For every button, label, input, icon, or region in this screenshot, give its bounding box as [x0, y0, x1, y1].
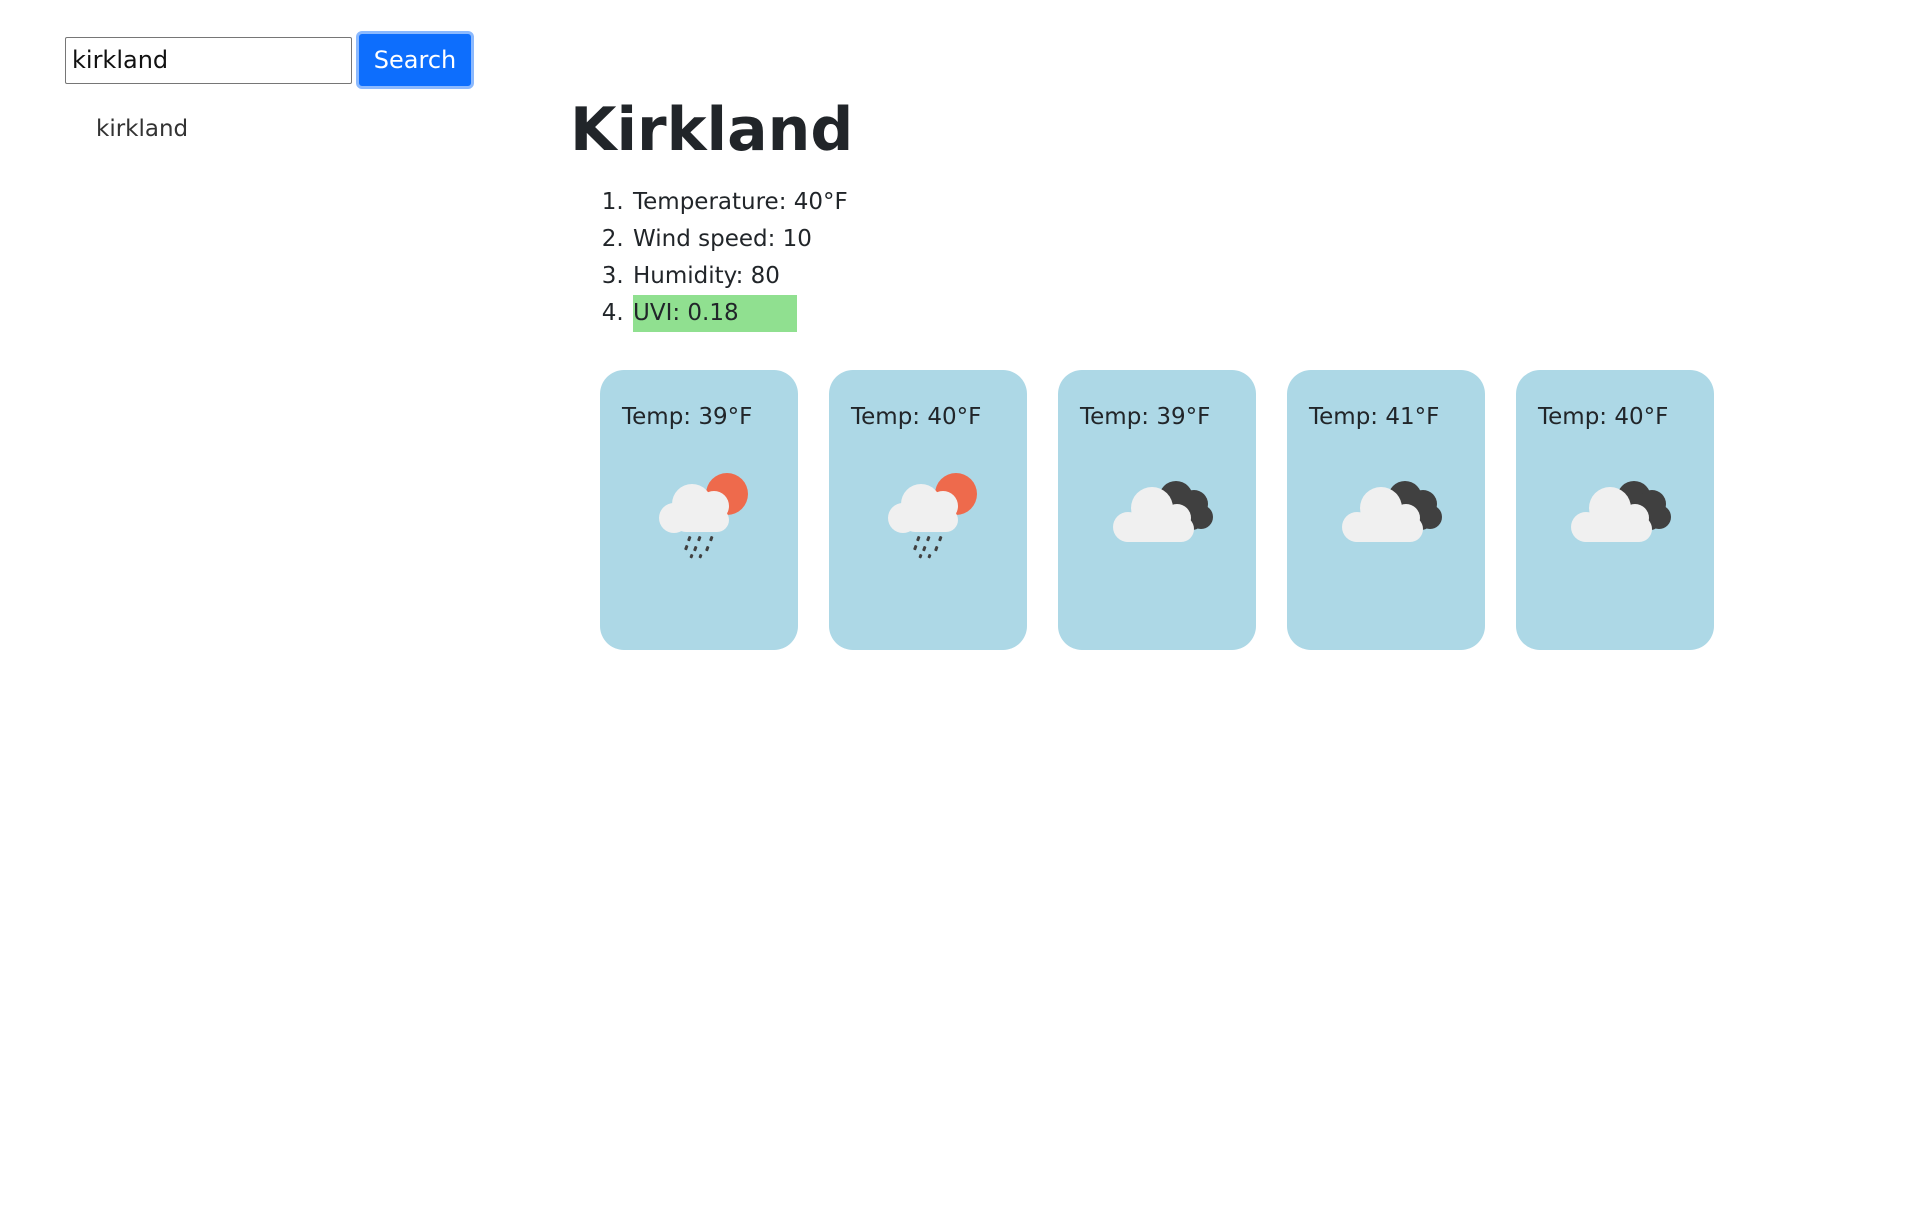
sidebar: Search kirkland — [65, 30, 525, 148]
forecast-temp: Temp: 39°F — [1080, 404, 1211, 430]
cloudy-icon — [1571, 481, 1671, 542]
forecast-temp: Temp: 39°F — [622, 404, 753, 430]
city-title: Kirkland — [570, 95, 854, 165]
stat-uvi: UVI: 0.18 — [631, 295, 1820, 332]
forecast-row: Temp: 39°F Temp: 40°F Temp: 39°F Temp: 4… — [600, 370, 1820, 650]
history-item-kirkland[interactable]: kirkland — [65, 110, 525, 148]
forecast-temp: Temp: 40°F — [851, 404, 982, 430]
search-history: kirkland — [65, 110, 525, 148]
forecast-temp: Temp: 41°F — [1309, 404, 1440, 430]
stat-wind-speed: Wind speed: 10 — [631, 221, 1820, 258]
weather-dashboard: Search kirkland Kirkland Temperature: 40… — [0, 0, 1920, 1220]
forecast-temp: Temp: 40°F — [1538, 404, 1669, 430]
forecast-card: Temp: 40°F — [1516, 370, 1714, 650]
rain-sun-icon — [888, 473, 977, 559]
current-stats: Temperature: 40°F Wind speed: 10 Humidit… — [570, 184, 1820, 332]
forecast-card: Temp: 39°F — [1058, 370, 1256, 650]
stat-temperature: Temperature: 40°F — [631, 184, 1820, 221]
search-input[interactable] — [65, 36, 352, 84]
search-button[interactable]: Search — [356, 31, 474, 89]
forecast-card: Temp: 39°F — [600, 370, 798, 650]
main-content: Kirkland Temperature: 40°F Wind speed: 1… — [570, 90, 1820, 650]
cloudy-icon — [1113, 481, 1213, 542]
rain-sun-icon — [659, 473, 748, 559]
uvi-badge: UVI: 0.18 — [633, 295, 797, 332]
forecast-card: Temp: 40°F — [829, 370, 1027, 650]
search-form: Search — [65, 30, 525, 90]
forecast-card: Temp: 41°F — [1287, 370, 1485, 650]
stat-humidity: Humidity: 80 — [631, 258, 1820, 295]
cloudy-icon — [1342, 481, 1442, 542]
